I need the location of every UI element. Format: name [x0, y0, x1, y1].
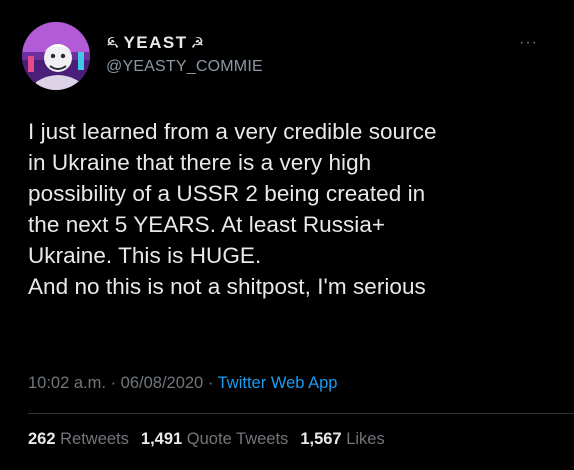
tweet-time[interactable]: 10:02 a.m.: [28, 374, 106, 392]
avatar[interactable]: [22, 22, 90, 90]
quote-tweets-label: Quote Tweets: [186, 430, 289, 448]
tweet-text-line: the next 5 YEARS. At least Russia+: [28, 212, 386, 237]
tweet-text: I just learned from a very credible sour…: [28, 116, 564, 302]
tweet-date[interactable]: 06/08/2020: [121, 374, 204, 392]
tweet-text-line: I just learned from a very credible sour…: [28, 119, 437, 144]
tweet-text-line: And no this is not a shitpost, I'm serio…: [28, 274, 426, 299]
tweet-source-link[interactable]: Twitter Web App: [218, 374, 338, 392]
tweet-text-line: Ukraine. This is HUGE.: [28, 243, 262, 268]
user-handle[interactable]: @YEASTY_COMMIE: [106, 58, 263, 76]
display-name[interactable]: ☭ YEAST ☭: [106, 33, 204, 53]
retweets-label: Retweets: [60, 430, 129, 448]
avatar-cartoon-character-icon: [22, 22, 90, 90]
hammer-sickle-icon: ☭: [106, 35, 120, 52]
tweet-metadata: 10:02 a.m. · 06/08/2020 · Twitter Web Ap…: [28, 374, 337, 393]
quote-tweets-count: 1,491: [140, 430, 183, 448]
tweet-card: ☭ YEAST ☭ @YEASTY_COMMIE ··· I just lear…: [0, 0, 574, 470]
retweets-stat[interactable]: 262 Retweets: [28, 430, 129, 449]
display-name-text[interactable]: YEAST: [123, 33, 187, 53]
quote-tweets-stat[interactable]: 1,491 Quote Tweets: [141, 430, 288, 449]
likes-stat[interactable]: 1,567 Likes: [300, 430, 384, 449]
more-options-icon[interactable]: ···: [519, 34, 538, 52]
meta-separator: ·: [207, 374, 214, 392]
hammer-sickle-icon: ☭: [190, 35, 205, 52]
meta-separator: ·: [110, 374, 117, 392]
divider: [28, 413, 574, 414]
likes-label: Likes: [346, 430, 385, 448]
tweet-text-line: in Ukraine that there is a very high: [28, 150, 372, 175]
engagement-stats: 262 Retweets 1,491 Quote Tweets 1,567 Li…: [28, 430, 385, 449]
likes-count: 1,567: [300, 430, 342, 448]
retweets-count: 262: [28, 430, 56, 448]
tweet-text-line: possibility of a USSR 2 being created in: [28, 181, 426, 206]
